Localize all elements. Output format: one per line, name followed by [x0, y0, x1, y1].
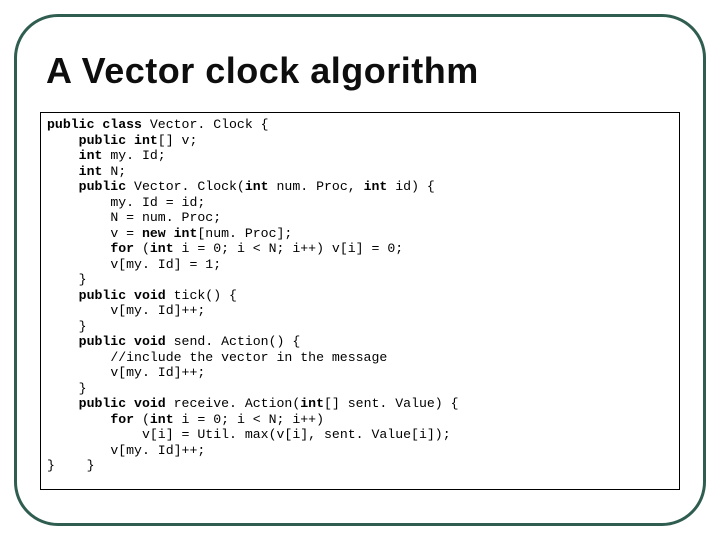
code-text: v[my. Id] = 1;	[110, 257, 221, 272]
code-kw: new int	[142, 226, 197, 241]
code-text: i = 0; i < N; i++) v[i] = 0;	[174, 241, 404, 256]
code-kw: int	[150, 241, 174, 256]
code-text: } }	[47, 458, 94, 473]
code-listing: public class Vector. Clock { public int[…	[47, 117, 673, 474]
code-text: i = 0; i < N; i++)	[174, 412, 324, 427]
code-text: N;	[102, 164, 126, 179]
code-kw: public int	[79, 133, 158, 148]
code-text: tick() {	[166, 288, 237, 303]
code-text: (	[134, 241, 150, 256]
code-text: id) {	[387, 179, 434, 194]
code-text: num. Proc,	[269, 179, 364, 194]
code-kw: public	[79, 179, 126, 194]
code-kw: public class	[47, 117, 142, 132]
code-text: my. Id;	[102, 148, 165, 163]
code-text: [] v;	[158, 133, 198, 148]
code-kw: int	[79, 148, 103, 163]
code-kw: int	[364, 179, 388, 194]
slide-title: A Vector clock algorithm	[46, 50, 479, 92]
code-kw: public void	[79, 334, 166, 349]
code-kw: for	[110, 412, 134, 427]
code-kw: public void	[79, 396, 166, 411]
code-kw: for	[110, 241, 134, 256]
code-text: v =	[110, 226, 142, 241]
code-text: }	[79, 272, 87, 287]
code-text: v[i] = Util. max(v[i], sent. Value[i]);	[142, 427, 451, 442]
code-text: }	[79, 381, 87, 396]
code-kw: int	[79, 164, 103, 179]
code-text: (	[134, 412, 150, 427]
slide: A Vector clock algorithm public class Ve…	[0, 0, 720, 540]
code-kw: int	[300, 396, 324, 411]
code-text: send. Action() {	[166, 334, 301, 349]
code-text: //include the vector in the message	[110, 350, 387, 365]
code-text: v[my. Id]++;	[110, 365, 205, 380]
code-text: [num. Proc];	[197, 226, 292, 241]
code-text: v[my. Id]++;	[110, 303, 205, 318]
code-box: public class Vector. Clock { public int[…	[40, 112, 680, 490]
code-text: my. Id = id;	[110, 195, 205, 210]
code-text: receive. Action(	[166, 396, 301, 411]
code-text: }	[79, 319, 87, 334]
code-text: Vector. Clock(	[126, 179, 245, 194]
code-kw: public void	[79, 288, 166, 303]
code-text: Vector. Clock {	[142, 117, 269, 132]
code-kw: int	[150, 412, 174, 427]
code-text: [] sent. Value) {	[324, 396, 459, 411]
code-text: v[my. Id]++;	[110, 443, 205, 458]
code-text: N = num. Proc;	[110, 210, 221, 225]
code-kw: int	[245, 179, 269, 194]
